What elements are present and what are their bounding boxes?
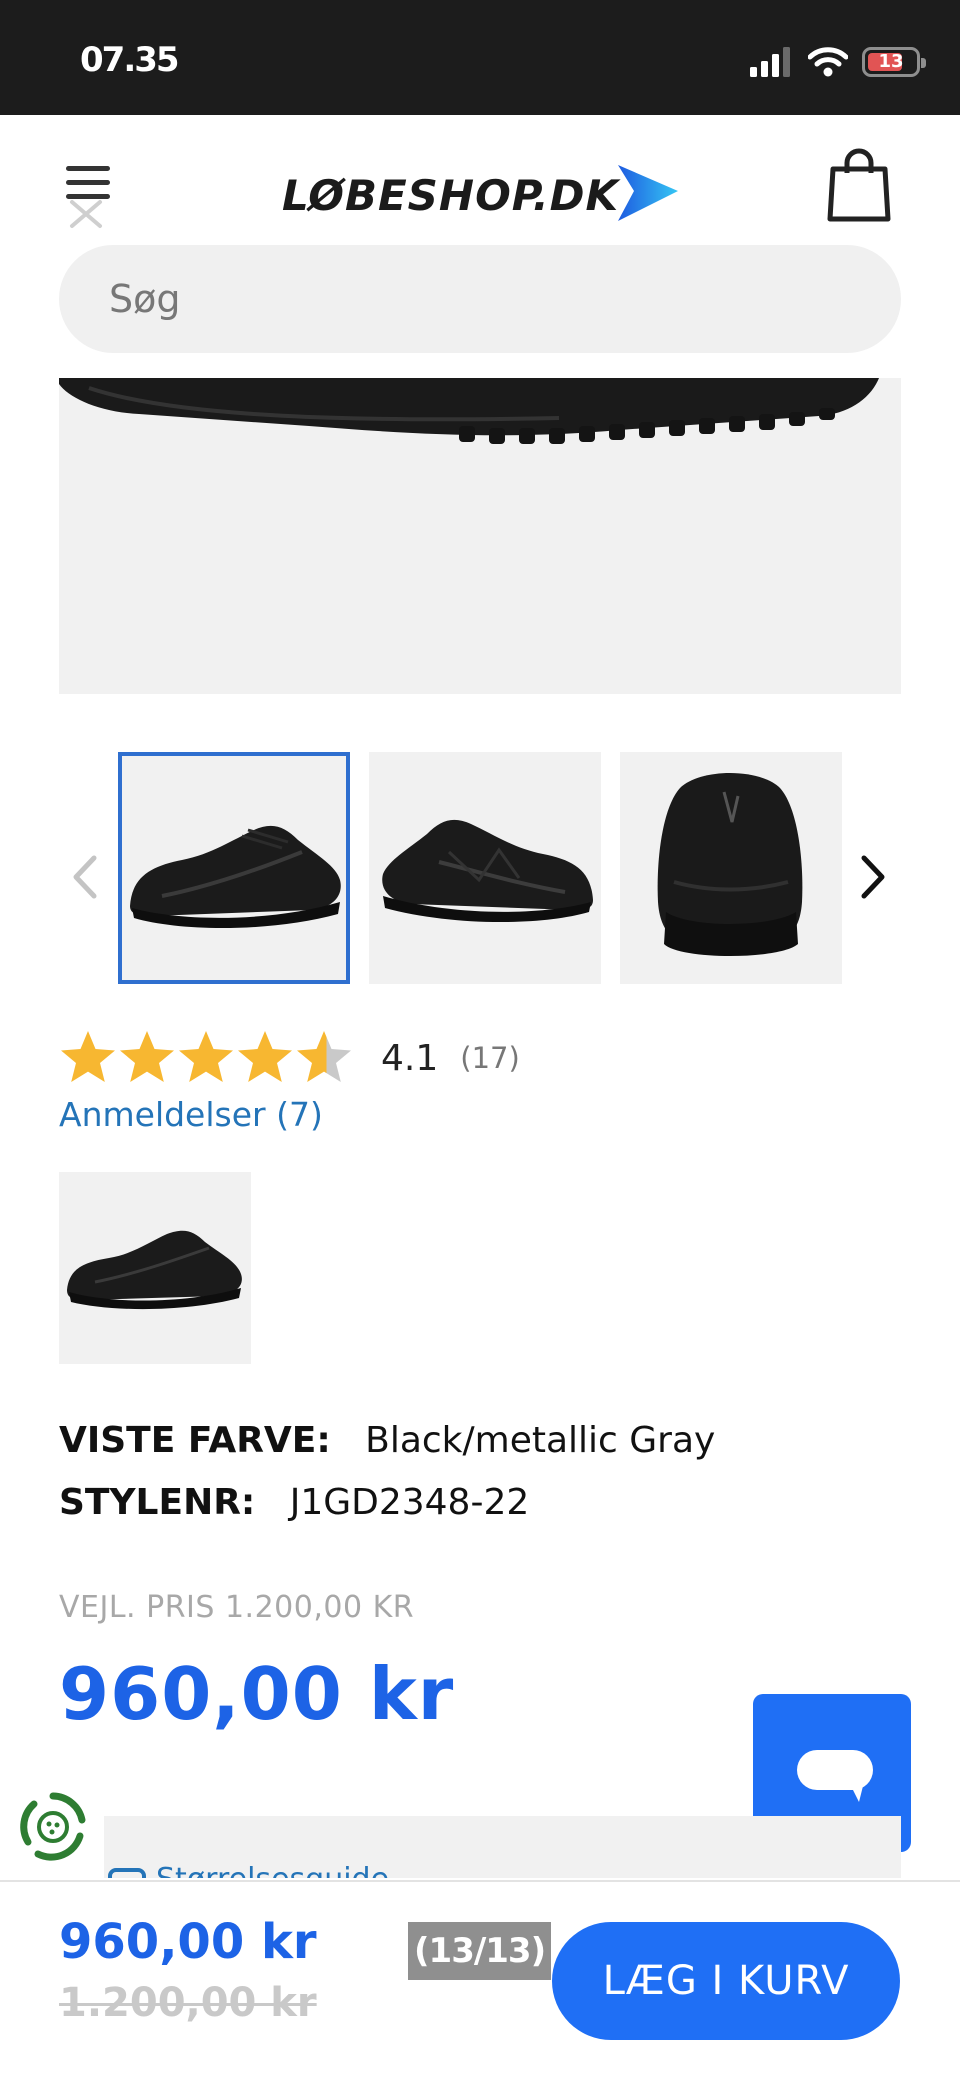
shoe-heel-thumbnail [657,773,803,956]
thumbnail-item[interactable] [620,752,842,984]
search-input[interactable] [59,245,901,353]
ruler-icon [108,1868,146,1878]
attribute-style-number: STYLENR: J1GD2348-22 [59,1482,529,1523]
shoe-side-thumbnail [382,819,593,923]
product-main-image[interactable] [59,378,901,694]
attribute-color: VISTE FARVE: Black/metallic Gray [59,1420,715,1461]
reviews-link[interactable]: Anmeldelser (7) [59,1095,323,1134]
color-label: VISTE FARVE: [59,1420,331,1461]
cellular-signal-icon [750,47,790,77]
chevron-right-icon[interactable] [856,852,890,902]
shoe-side-thumbnail [67,1230,242,1310]
style-label: STYLENR: [59,1482,256,1523]
status-icons: 13 [750,42,926,82]
status-bar: 07.35 13 [0,0,960,115]
star-rating-icon [61,1031,351,1082]
thumbnail-item[interactable] [118,752,350,984]
chevron-left-icon[interactable] [68,852,102,902]
sticky-price: 960,00 kr [59,1914,317,1970]
recycle-leaf-icon [20,1792,86,1861]
product-rating[interactable]: 4.1 (17) [59,1028,520,1088]
thumbnail-carousel [0,752,960,984]
sticky-purchase-bar: 960,00 kr 1.200,00 kr (13/13) LÆG I KURV [0,1880,960,2078]
thumbnail-item[interactable] [369,752,601,984]
color-variant-swatch[interactable] [59,1172,251,1364]
shoe-side-thumbnail [130,825,341,929]
image-page-counter: (13/13) [408,1922,552,1980]
brand-arrow-icon [618,165,678,221]
wifi-icon [808,47,848,77]
brand-wordmark: LØBESHOP.DK [282,171,620,220]
color-value: Black/metallic Gray [365,1420,716,1461]
style-value: J1GD2348-22 [289,1482,530,1523]
eco-badge[interactable] [18,1790,88,1864]
size-guide-box[interactable]: Størrelsesguide [104,1816,901,1878]
size-guide-link[interactable]: Størrelsesguide [156,1862,389,1878]
battery-icon: 13 [862,47,926,77]
rating-value: 4.1 [381,1037,439,1079]
sticky-old-price: 1.200,00 kr [59,1980,317,2026]
battery-level: 13 [878,51,904,72]
brand-logo[interactable]: LØBESHOP.DK [282,153,682,233]
status-time: 07.35 [80,40,180,80]
recommended-price: VEJL. PRIS 1.200,00 KR [59,1590,415,1625]
shoe-sole-image [59,378,879,444]
product-price: 960,00 kr [59,1652,455,1736]
hamburger-menu-icon [66,166,110,228]
menu-button[interactable] [60,160,116,230]
site-header: LØBESHOP.DK [0,115,960,375]
cart-button[interactable] [826,145,892,225]
rating-count: (17) [460,1041,520,1075]
add-to-cart-button[interactable]: LÆG I KURV [552,1922,900,2040]
shopping-bag-icon [827,148,891,222]
